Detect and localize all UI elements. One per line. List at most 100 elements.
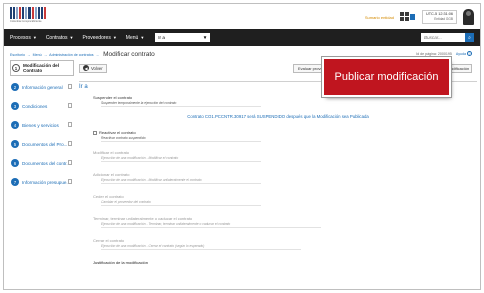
header-right: Sumario entidad UTC-5 12:31:06 Entidad G… (365, 7, 474, 27)
breadcrumb-menu[interactable]: Menú (33, 53, 42, 57)
nav-proveedores[interactable]: Proveedores ▼ (82, 35, 116, 41)
chevron-down-icon: ▼ (202, 35, 208, 40)
page-meta: Id de página: 2000195 Ayuda? (416, 51, 472, 56)
nav-label: Proveedores (82, 34, 111, 41)
sidebar-item-label: Información general (22, 84, 63, 90)
sidebar-item-modificacion[interactable]: 1 Modificación del Contrato (10, 60, 74, 76)
user-avatar-icon[interactable] (463, 9, 474, 25)
sidebar-item-label: Condiciones (22, 103, 48, 109)
main-content: ◀ Volver Evaluar proveedor Modificación P… (79, 59, 477, 289)
top-header: Colombia Compra Eficiente Sumario entida… (4, 4, 480, 29)
suspension-notice: Contrato CO1.PCCNTR.30917 será SUSPENDID… (187, 114, 369, 119)
breadcrumb-sep: → (26, 52, 31, 57)
document-icon (68, 179, 72, 184)
breadcrumb-sep: → (95, 52, 100, 57)
sidebar-item-label: Modificación del Contrato (23, 63, 59, 73)
sidebar-item-label: Documentos del contr... (22, 160, 71, 166)
main-nav: Procesos ▼ Contratos ▼ Proveedores ▼ Menú ▼ … (4, 29, 480, 46)
option-suspend[interactable]: Suspender el contrato Suspender temporal… (79, 95, 477, 110)
chevron-down-icon: ▼ (140, 35, 145, 40)
step-number: 2 (11, 83, 19, 91)
search-icon[interactable]: ⌕ (465, 33, 474, 42)
arrow-left-icon: ◀ (83, 65, 89, 71)
help-link[interactable]: Ayuda? (456, 51, 472, 56)
option-title: Modificar el contrato (93, 150, 130, 155)
logo-stripes (10, 7, 46, 19)
goto-select[interactable]: Ir a ▼ (155, 33, 211, 42)
step-number: 1 (12, 64, 20, 72)
back-button[interactable]: ◀ Volver (79, 63, 107, 73)
search-input[interactable] (421, 33, 465, 42)
clock-entity-box: UTC-5 12:31:06 Entidad GGB (421, 10, 457, 24)
nav-procesos[interactable]: Procesos ▼ (10, 35, 37, 41)
page-id: Id de página: 2000195 (416, 51, 452, 56)
option-modify[interactable]: Modificar el contrato Ejecución de una m… (79, 148, 477, 170)
breadcrumb-escritorio[interactable]: Escritorio (10, 53, 25, 57)
search-box: ⌕ (421, 33, 474, 42)
sidebar-item-label: Documentos del Pro... (22, 141, 68, 147)
nav-label: Procesos (10, 34, 31, 41)
modification-options: Suspender el contrato Suspender temporal… (79, 95, 477, 265)
option-subtitle: Reactivar contrato suspendido (101, 136, 261, 142)
sidebar-item-info-general[interactable]: 2 Información general (10, 79, 74, 95)
document-icon (68, 103, 72, 108)
option-title: Cerrar el contrato (93, 238, 125, 243)
option-adicionar[interactable]: Adicionar el contrato Ejecución de una m… (79, 170, 477, 192)
option-title: Terminar, terminar unilateralmente o cad… (93, 216, 193, 221)
document-icon (68, 160, 72, 165)
nav-menu[interactable]: Menú ▼ (126, 35, 144, 41)
option-title-text: Reactivar el contrato (99, 130, 136, 135)
sidebar-item-bienes[interactable]: 4 Bienes y servicios (10, 117, 74, 133)
help-label: Ayuda (455, 51, 466, 56)
option-title: Ceder el contrato (93, 194, 124, 199)
app-frame: Colombia Compra Eficiente Sumario entida… (3, 3, 481, 290)
step-number: 4 (11, 121, 19, 129)
sidebar-item-label: Información presupue... (22, 179, 71, 185)
document-icon (68, 141, 72, 146)
entity-summary-link[interactable]: Sumario entidad (365, 15, 394, 20)
option-title: Reactivar el contrato (93, 130, 477, 135)
option-cerrar[interactable]: Cerrar el contrato Ejecución de una modi… (79, 236, 477, 260)
nav-contratos[interactable]: Contratos ▼ (46, 35, 74, 41)
option-ceder[interactable]: Ceder el contrato Cambiar el proveedor d… (79, 192, 477, 214)
chevron-down-icon: ▼ (32, 35, 37, 40)
sidebar-item-condiciones[interactable]: 3 Condiciones (10, 98, 74, 114)
entity-name: Entidad GGB (434, 17, 453, 21)
sidebar-item-label: Bienes y servicios (22, 122, 59, 128)
option-subtitle: Ejecución de una modificación - Cerrar e… (101, 244, 301, 250)
breadcrumb: Escritorio → Menú → Administración de cont… (10, 51, 155, 58)
step-number: 5 (11, 140, 19, 148)
chevron-down-icon: ▼ (112, 35, 117, 40)
option-reactivate[interactable]: Reactivar el contrato Reactivar contrato… (79, 126, 477, 148)
nav-label: Contratos (45, 34, 68, 41)
document-icon (68, 84, 72, 89)
option-subtitle: Suspender temporalmente la ejecución del… (101, 101, 261, 107)
breadcrumb-sep: → (43, 52, 48, 57)
option-title: Suspender el contrato (93, 95, 133, 100)
checkbox[interactable] (93, 130, 97, 135)
breadcrumb-admin-contratos[interactable]: Administración de contratos (49, 53, 93, 57)
logo-caption: Colombia Compra Eficiente (10, 20, 42, 23)
sidebar: 1 Modificación del Contrato 2 Información … (10, 60, 74, 193)
help-icon: ? (467, 51, 472, 56)
secop-logo[interactable]: Colombia Compra Eficiente (10, 7, 46, 25)
option-subtitle: Ejecución de una modificación - Modifica… (101, 156, 261, 162)
publish-modification-button[interactable]: Publicar modificación (324, 59, 449, 95)
sidebar-item-presupuestal[interactable]: 7 Información presupue... (10, 174, 74, 190)
goto-select-value: Ir a (158, 35, 165, 40)
page-title: Modificar contrato (103, 51, 155, 58)
back-label: Volver (91, 65, 103, 71)
nav-label: Menú (125, 34, 139, 41)
step-number: 6 (11, 159, 19, 167)
chevron-down-icon: ▼ (69, 35, 74, 40)
apps-grid-icon[interactable] (399, 12, 416, 22)
document-icon (68, 122, 72, 127)
option-subtitle: Ejecución de una modificación - Modifica… (101, 178, 261, 184)
step-number: 7 (11, 178, 19, 186)
sidebar-item-docs-contrato[interactable]: 6 Documentos del contr... (10, 155, 74, 171)
option-subtitle: Cambiar el proveedor del contrato (101, 200, 261, 206)
option-terminar[interactable]: Terminar, terminar unilateralmente o cad… (79, 214, 477, 236)
sidebar-item-docs-proceso[interactable]: 5 Documentos del Pro... (10, 136, 74, 152)
justification-heading: Justificación de la modificación (93, 260, 148, 265)
option-subtitle: Ejecución de una modificación - Terminar… (101, 222, 321, 228)
